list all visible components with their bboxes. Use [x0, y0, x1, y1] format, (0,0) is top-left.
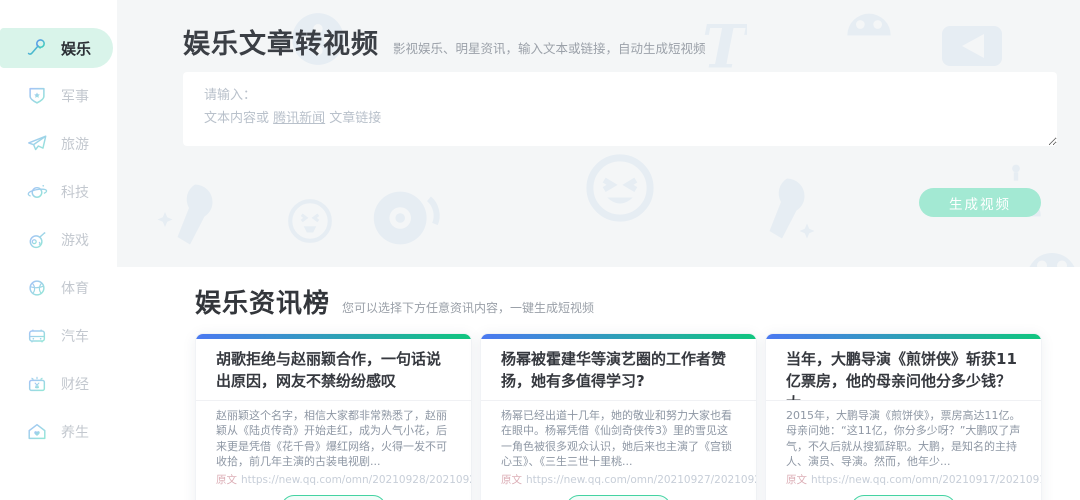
svg-text:T: T: [702, 13, 747, 79]
sidebar-item-label: 汽车: [61, 326, 89, 346]
feed-subtitle: 您可以选择下方任意资讯内容，一键生成短视频: [342, 299, 594, 316]
microphone-bg-icon: [747, 172, 817, 250]
sidebar-item-house-heart[interactable]: 养生: [0, 412, 117, 452]
generate-video-button[interactable]: 生成视频: [919, 188, 1041, 217]
hero-header: 娱乐文章转视频 影视娱乐、明星资讯，输入文本或链接，自动生成短视频: [183, 22, 706, 61]
card-title: 胡歌拒绝与赵丽颖合作，一句话说出原因，网友不禁纷纷感叹: [196, 339, 471, 401]
sidebar-item-car[interactable]: 汽车: [0, 316, 117, 356]
card-generate-video-button[interactable]: 生成视频: [281, 495, 385, 500]
sidebar-item-microphone[interactable]: 娱乐: [0, 28, 113, 68]
sidebar-item-shield[interactable]: 军事: [0, 76, 117, 116]
card-summary: 杨幂已经出道十几年，她的敬业和努力大家也看在眼中。杨幂凭借《仙剑奇侠传3》里的雪…: [481, 401, 756, 470]
article-input[interactable]: [183, 72, 1057, 146]
source-url[interactable]: https://new.qq.com/omn/20210917/20210917…: [811, 474, 1041, 486]
source-label: 原文: [216, 474, 237, 486]
source-label: 原文: [786, 474, 807, 486]
hero-section: T 娱乐文章转视频 影视娱乐、明星资讯，输入文本或链接，自动生成短视频 请输入：…: [117, 0, 1080, 267]
basketball-icon: [26, 277, 48, 299]
robot-bg-icon: [1022, 228, 1080, 267]
page-title: 娱乐文章转视频: [183, 22, 379, 61]
card-generate-video-button[interactable]: 生成视频: [566, 495, 670, 500]
card-summary: 2015年，大鹏导演《煎饼侠》，票房高达11亿。母亲问她：“这11亿，你分多少呀…: [766, 401, 1041, 470]
card-title: 当年，大鹏导演《煎饼侠》斩获11亿票房，他的母亲问他分多少钱？大...: [766, 339, 1041, 401]
feed-header: 娱乐资讯榜 您可以选择下方任意资讯内容，一键生成短视频: [195, 283, 1080, 320]
wink-face-bg-icon: [285, 196, 335, 246]
article-card[interactable]: 杨幂被霍建华等演艺圈的工作者赞扬，她有多值得学习? 杨幂已经出道十几年，她的敬业…: [480, 333, 757, 500]
gamepad-icon: [26, 229, 48, 251]
sidebar-item-label: 军事: [61, 86, 89, 106]
sidebar-item-label: 游戏: [61, 230, 89, 250]
article-card[interactable]: 当年，大鹏导演《煎饼侠》斩获11亿票房，他的母亲问他分多少钱？大... 2015…: [765, 333, 1042, 500]
shield-icon: [26, 85, 48, 107]
card-source: 原文 https://new.qq.com/omn/20210928/202109…: [196, 470, 471, 487]
feed-title: 娱乐资讯榜: [195, 283, 330, 320]
sidebar-item-label: 体育: [61, 278, 89, 298]
planet-icon: [26, 181, 48, 203]
sidebar-item-gamepad[interactable]: 游戏: [0, 220, 117, 260]
finance-icon: [26, 373, 48, 395]
card-source: 原文 https://new.qq.com/omn/20210917/202109…: [766, 470, 1041, 487]
house-heart-icon: [26, 421, 48, 443]
laugh-face-bg-icon: [582, 150, 658, 226]
sidebar-item-label: 娱乐: [61, 38, 91, 59]
robot-head-bg-icon: [843, 0, 895, 44]
sidebar-item-finance[interactable]: 财经: [0, 364, 117, 404]
card-button-row: 生成视频: [766, 487, 1041, 500]
card-button-row: 生成视频: [196, 487, 471, 500]
card-title: 杨幂被霍建华等演艺圈的工作者赞扬，她有多值得学习?: [481, 339, 756, 401]
source-url[interactable]: https://new.qq.com/omn/20210928/20210928…: [241, 474, 471, 486]
card-button-row: 生成视频: [481, 487, 756, 500]
source-url[interactable]: https://new.qq.com/omn/20210927/20210927…: [526, 474, 756, 486]
car-icon: [26, 325, 48, 347]
sidebar-item-label: 旅游: [61, 134, 89, 154]
sidebar-item-basketball[interactable]: 体育: [0, 268, 117, 308]
sidebar-item-plane[interactable]: 旅游: [0, 124, 117, 164]
video-camera-bg-icon: [940, 22, 1004, 70]
article-card[interactable]: 胡歌拒绝与赵丽颖合作，一句话说出原因，网友不禁纷纷感叹 赵丽颖这个名字，相信大家…: [195, 333, 472, 500]
sidebar-item-label: 科技: [61, 182, 89, 202]
card-source: 原文 https://new.qq.com/omn/20210927/202109…: [481, 470, 756, 487]
page-subtitle: 影视娱乐、明星资讯，输入文本或链接，自动生成短视频: [393, 38, 706, 57]
card-generate-video-button[interactable]: 生成视频: [851, 495, 955, 500]
cards-row: 胡歌拒绝与赵丽颖合作，一句话说出原因，网友不禁纷纷感叹 赵丽颖这个名字，相信大家…: [195, 333, 1080, 500]
microphone-icon: [26, 37, 48, 59]
article-input-wrap: 请输入： 文本内容或 腾讯新闻 文章链接: [183, 72, 1057, 146]
camera-bg-icon: [369, 186, 441, 250]
plane-icon: [26, 133, 48, 155]
feed-section: 娱乐资讯榜 您可以选择下方任意资讯内容，一键生成短视频 胡歌拒绝与赵丽颖合作，一…: [117, 267, 1080, 500]
sidebar-item-planet[interactable]: 科技: [0, 172, 117, 212]
card-summary: 赵丽颖这个名字，相信大家都非常熟悉了，赵丽颖从《陆贞传奇》开始走红，成为人气小花…: [196, 401, 471, 470]
main-area: T 娱乐文章转视频 影视娱乐、明星资讯，输入文本或链接，自动生成短视频 请输入：…: [117, 0, 1080, 500]
category-sidebar: 娱乐 军事 旅游 科技 游戏 体育 汽车: [0, 0, 117, 500]
app-window: 娱乐 军事 旅游 科技 游戏 体育 汽车: [0, 0, 1080, 500]
source-label: 原文: [501, 474, 522, 486]
microphone-bg-icon: [155, 178, 225, 256]
sidebar-item-label: 财经: [61, 374, 89, 394]
sidebar-item-label: 养生: [61, 422, 89, 442]
